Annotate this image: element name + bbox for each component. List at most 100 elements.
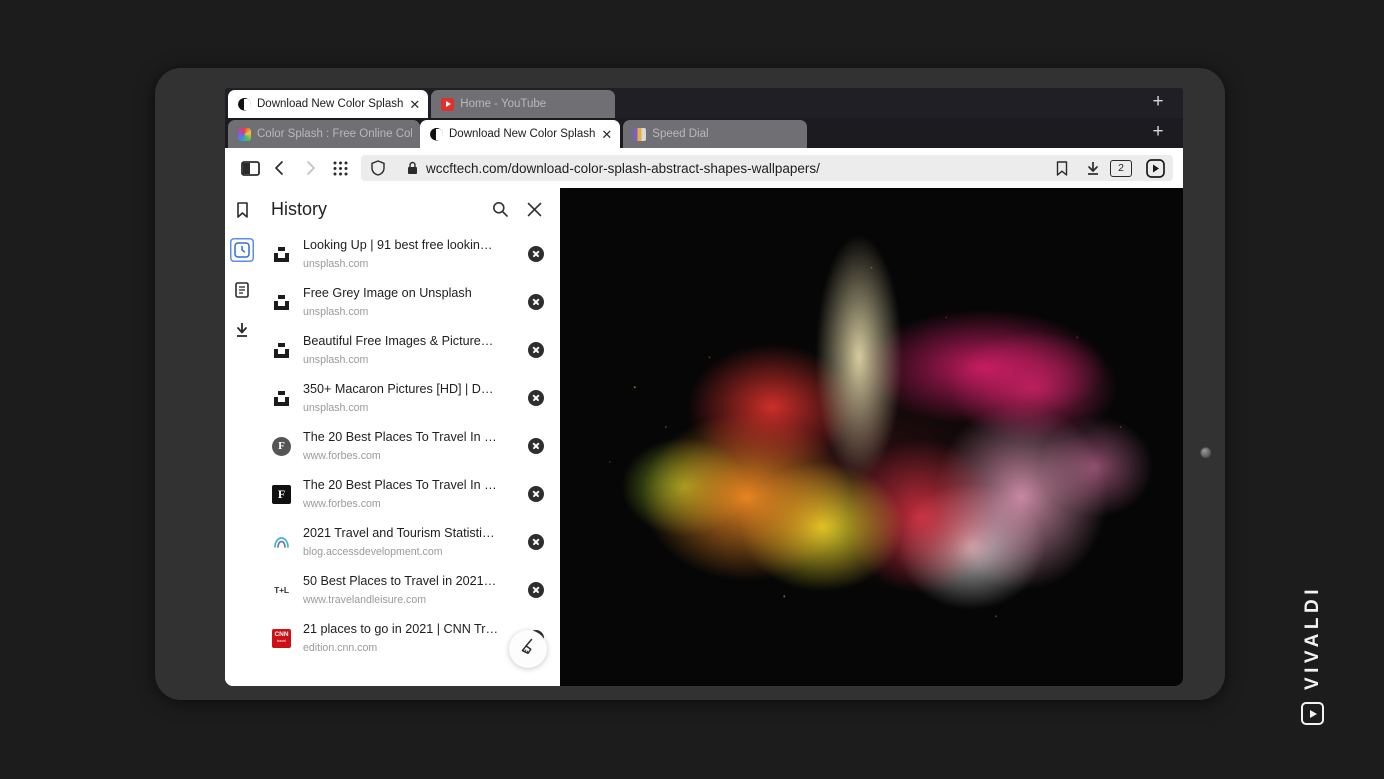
history-item-url: unsplash.com bbox=[303, 402, 368, 414]
history-item-title: 21 places to go in 2021 | CNN Tr… bbox=[303, 622, 498, 636]
close-icon[interactable] bbox=[522, 197, 546, 221]
history-item-title: Beautiful Free Images & Picture… bbox=[303, 334, 493, 348]
panel-toggle-icon[interactable] bbox=[235, 153, 265, 183]
vivaldi-browser-window: Download New Color Splash ✕ Home - YouTu… bbox=[225, 88, 1183, 686]
search-icon[interactable] bbox=[488, 197, 512, 221]
history-list-item[interactable]: 2021 Travel and Tourism Statisti… blog.a… bbox=[259, 518, 560, 566]
color-splash-particles bbox=[560, 188, 1183, 686]
history-item-url: unsplash.com bbox=[303, 306, 368, 318]
history-list-item[interactable]: 350+ Macaron Pictures [HD] | D… unsplash… bbox=[259, 374, 560, 422]
tab-label: Home - YouTube bbox=[460, 98, 546, 110]
broom-icon bbox=[519, 637, 538, 661]
unsplash-icon bbox=[271, 244, 292, 265]
history-item-delete-icon[interactable] bbox=[528, 294, 544, 310]
history-item-delete-icon[interactable] bbox=[528, 246, 544, 262]
vivaldi-branding: VIVALDI bbox=[1301, 585, 1324, 725]
history-item-text: Beautiful Free Images & Picture… unsplas… bbox=[303, 332, 517, 368]
travelleisure-icon: T+L bbox=[271, 580, 292, 601]
youtube-icon bbox=[441, 98, 454, 111]
download-icon[interactable] bbox=[1086, 161, 1100, 176]
bookmark-icon[interactable] bbox=[1056, 161, 1068, 176]
url-field[interactable]: wccftech.com/download-color-splash-abstr… bbox=[361, 155, 1173, 181]
history-item-title: Looking Up | 91 best free lookin… bbox=[303, 238, 493, 252]
history-list-item[interactable]: F The 20 Best Places To Travel In … www.… bbox=[259, 470, 560, 518]
tab-download-new-color-splash-lower[interactable]: Download New Color Splash ✕ bbox=[420, 120, 620, 148]
unsplash-icon bbox=[271, 340, 292, 361]
tab-count-badge[interactable]: 2 bbox=[1110, 160, 1132, 177]
vivaldi-menu-icon[interactable] bbox=[1146, 159, 1165, 178]
shield-icon[interactable] bbox=[371, 160, 385, 176]
history-list-item[interactable]: F The 20 Best Places To Travel In … www.… bbox=[259, 422, 560, 470]
history-item-text: The 20 Best Places To Travel In … www.fo… bbox=[303, 428, 517, 464]
brand-wordmark: VIVALDI bbox=[1302, 585, 1324, 690]
history-list-item[interactable]: T+L 50 Best Places to Travel in 2021… ww… bbox=[259, 566, 560, 614]
history-item-title: Free Grey Image on Unsplash bbox=[303, 286, 472, 300]
tab-strip-lower: Color Splash : Free Online Col Download … bbox=[225, 118, 1183, 148]
history-item-delete-icon[interactable] bbox=[528, 342, 544, 358]
history-item-url: blog.accessdevelopment.com bbox=[303, 546, 443, 558]
cnn-icon: CNNtravel bbox=[271, 628, 292, 649]
content-row: History Looking Up | 91 best free lookin… bbox=[225, 188, 1183, 686]
unsplash-icon bbox=[271, 292, 292, 313]
forbes-round-icon: F bbox=[271, 436, 292, 457]
tab-label: Download New Color Splash bbox=[257, 98, 403, 110]
tab-speed-dial[interactable]: Speed Dial bbox=[623, 120, 807, 148]
history-item-url: www.forbes.com bbox=[303, 450, 381, 462]
history-panel: History Looking Up | 91 best free lookin… bbox=[259, 188, 560, 686]
tab-label: Color Splash : Free Online Col bbox=[257, 128, 412, 140]
tab-label: Download New Color Splash bbox=[449, 128, 595, 140]
access-icon bbox=[271, 532, 292, 553]
history-item-title: The 20 Best Places To Travel In … bbox=[303, 430, 497, 444]
new-tab-button-upper[interactable]: + bbox=[1147, 92, 1169, 114]
vivaldi-icon bbox=[430, 128, 443, 141]
url-text[interactable]: wccftech.com/download-color-splash-abstr… bbox=[426, 161, 1048, 176]
history-item-url: edition.cnn.com bbox=[303, 642, 377, 654]
tab-close-icon[interactable]: ✕ bbox=[409, 98, 420, 111]
sidebar-item-bookmarks[interactable] bbox=[230, 198, 254, 222]
sidebar-item-downloads[interactable] bbox=[230, 318, 254, 342]
page-title: History bbox=[271, 199, 478, 220]
history-item-url: unsplash.com bbox=[303, 354, 368, 366]
history-item-title: 50 Best Places to Travel in 2021… bbox=[303, 574, 496, 588]
history-item-title: 350+ Macaron Pictures [HD] | D… bbox=[303, 382, 494, 396]
history-item-url: unsplash.com bbox=[303, 258, 368, 270]
tab-color-splash-free-online[interactable]: Color Splash : Free Online Col bbox=[228, 120, 420, 148]
unsplash-icon bbox=[271, 388, 292, 409]
history-list-item[interactable]: Beautiful Free Images & Picture… unsplas… bbox=[259, 326, 560, 374]
history-item-text: 350+ Macaron Pictures [HD] | D… unsplash… bbox=[303, 380, 517, 416]
tab-download-new-color-splash-upper[interactable]: Download New Color Splash ✕ bbox=[228, 90, 428, 118]
lock-icon[interactable] bbox=[407, 161, 418, 175]
forward-arrow-icon[interactable] bbox=[295, 153, 325, 183]
speeddial-icon bbox=[633, 128, 646, 141]
clear-history-button[interactable] bbox=[509, 630, 547, 668]
history-item-delete-icon[interactable] bbox=[528, 438, 544, 454]
tab-label: Speed Dial bbox=[652, 128, 708, 140]
forbes-square-icon: F bbox=[271, 484, 292, 505]
vivaldi-icon bbox=[238, 98, 251, 111]
history-list-item[interactable]: Looking Up | 91 best free lookin… unspla… bbox=[259, 230, 560, 278]
tab-close-icon[interactable]: ✕ bbox=[601, 128, 612, 141]
device-camera-dot bbox=[1200, 447, 1212, 459]
history-list-item[interactable]: Free Grey Image on Unsplash unsplash.com bbox=[259, 278, 560, 326]
history-item-text: 50 Best Places to Travel in 2021… www.tr… bbox=[303, 572, 517, 608]
history-item-delete-icon[interactable] bbox=[528, 390, 544, 406]
sidebar-item-notes[interactable] bbox=[230, 278, 254, 302]
history-item-delete-icon[interactable] bbox=[528, 486, 544, 502]
address-bar: wccftech.com/download-color-splash-abstr… bbox=[225, 148, 1183, 188]
history-item-delete-icon[interactable] bbox=[528, 534, 544, 550]
history-item-text: Free Grey Image on Unsplash unsplash.com bbox=[303, 284, 517, 320]
tab-strip-upper: Download New Color Splash ✕ Home - YouTu… bbox=[225, 88, 1183, 118]
sidebar-item-history[interactable] bbox=[230, 238, 254, 262]
new-tab-button-lower[interactable]: + bbox=[1147, 122, 1169, 144]
history-list[interactable]: Looking Up | 91 best free lookin… unspla… bbox=[259, 230, 560, 686]
back-arrow-icon[interactable] bbox=[265, 153, 295, 183]
panel-rail bbox=[225, 188, 259, 686]
apps-grid-icon[interactable] bbox=[325, 153, 355, 183]
tab-home-youtube[interactable]: Home - YouTube bbox=[431, 90, 615, 118]
history-item-text: 2021 Travel and Tourism Statisti… blog.a… bbox=[303, 524, 517, 560]
web-page-view[interactable] bbox=[560, 188, 1183, 686]
history-item-url: www.travelandleisure.com bbox=[303, 594, 426, 606]
history-item-delete-icon[interactable] bbox=[528, 582, 544, 598]
history-item-title: 2021 Travel and Tourism Statisti… bbox=[303, 526, 495, 540]
colorsplash-icon bbox=[238, 128, 251, 141]
